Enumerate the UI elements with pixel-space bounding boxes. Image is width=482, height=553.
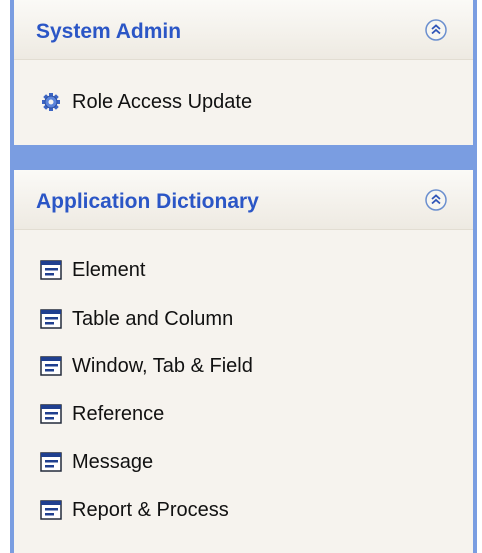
- system-admin-panel-header[interactable]: System Admin: [14, 0, 473, 60]
- menu-item-label: Window, Tab & Field: [72, 354, 253, 377]
- menu-item-message[interactable]: Message: [40, 447, 153, 477]
- menu-item-report-process[interactable]: Report & Process: [40, 495, 229, 525]
- system-admin-panel: System Admin Role Access Update: [14, 0, 473, 145]
- double-chevron-up-icon[interactable]: [425, 19, 447, 41]
- menu-item-label: Table and Column: [72, 307, 234, 330]
- menu-item-label: Report & Process: [72, 498, 229, 521]
- menu-item-label: Element: [72, 258, 146, 281]
- double-chevron-up-icon[interactable]: [425, 189, 447, 211]
- menu-item-reference[interactable]: Reference: [40, 399, 164, 429]
- window-icon: [40, 403, 62, 425]
- window-icon: [40, 259, 62, 281]
- menu-item-label: Message: [72, 450, 154, 473]
- system-admin-panel-title: System Admin: [36, 20, 182, 43]
- menu-item-window-tab-field[interactable]: Window, Tab & Field: [40, 351, 253, 381]
- application-dictionary-panel-title: Application Dictionary: [36, 190, 259, 213]
- window-icon: [40, 308, 62, 330]
- application-dictionary-panel: Application Dictionary Element Table and…: [14, 170, 473, 553]
- window-icon: [40, 355, 62, 377]
- menu-item-table-and-column[interactable]: Table and Column: [40, 304, 233, 334]
- gear-icon: [40, 91, 62, 113]
- menu-item-label: Role Access Update: [72, 90, 253, 113]
- menu-item-element[interactable]: Element: [40, 255, 145, 285]
- window-icon: [40, 499, 62, 521]
- window-icon: [40, 451, 62, 473]
- menu-item-label: Reference: [72, 402, 165, 425]
- menu-item-role-access-update[interactable]: Role Access Update: [40, 87, 252, 117]
- navigation-frame: System Admin Role Access Update Applicat…: [0, 0, 482, 553]
- application-dictionary-panel-header[interactable]: Application Dictionary: [14, 170, 473, 230]
